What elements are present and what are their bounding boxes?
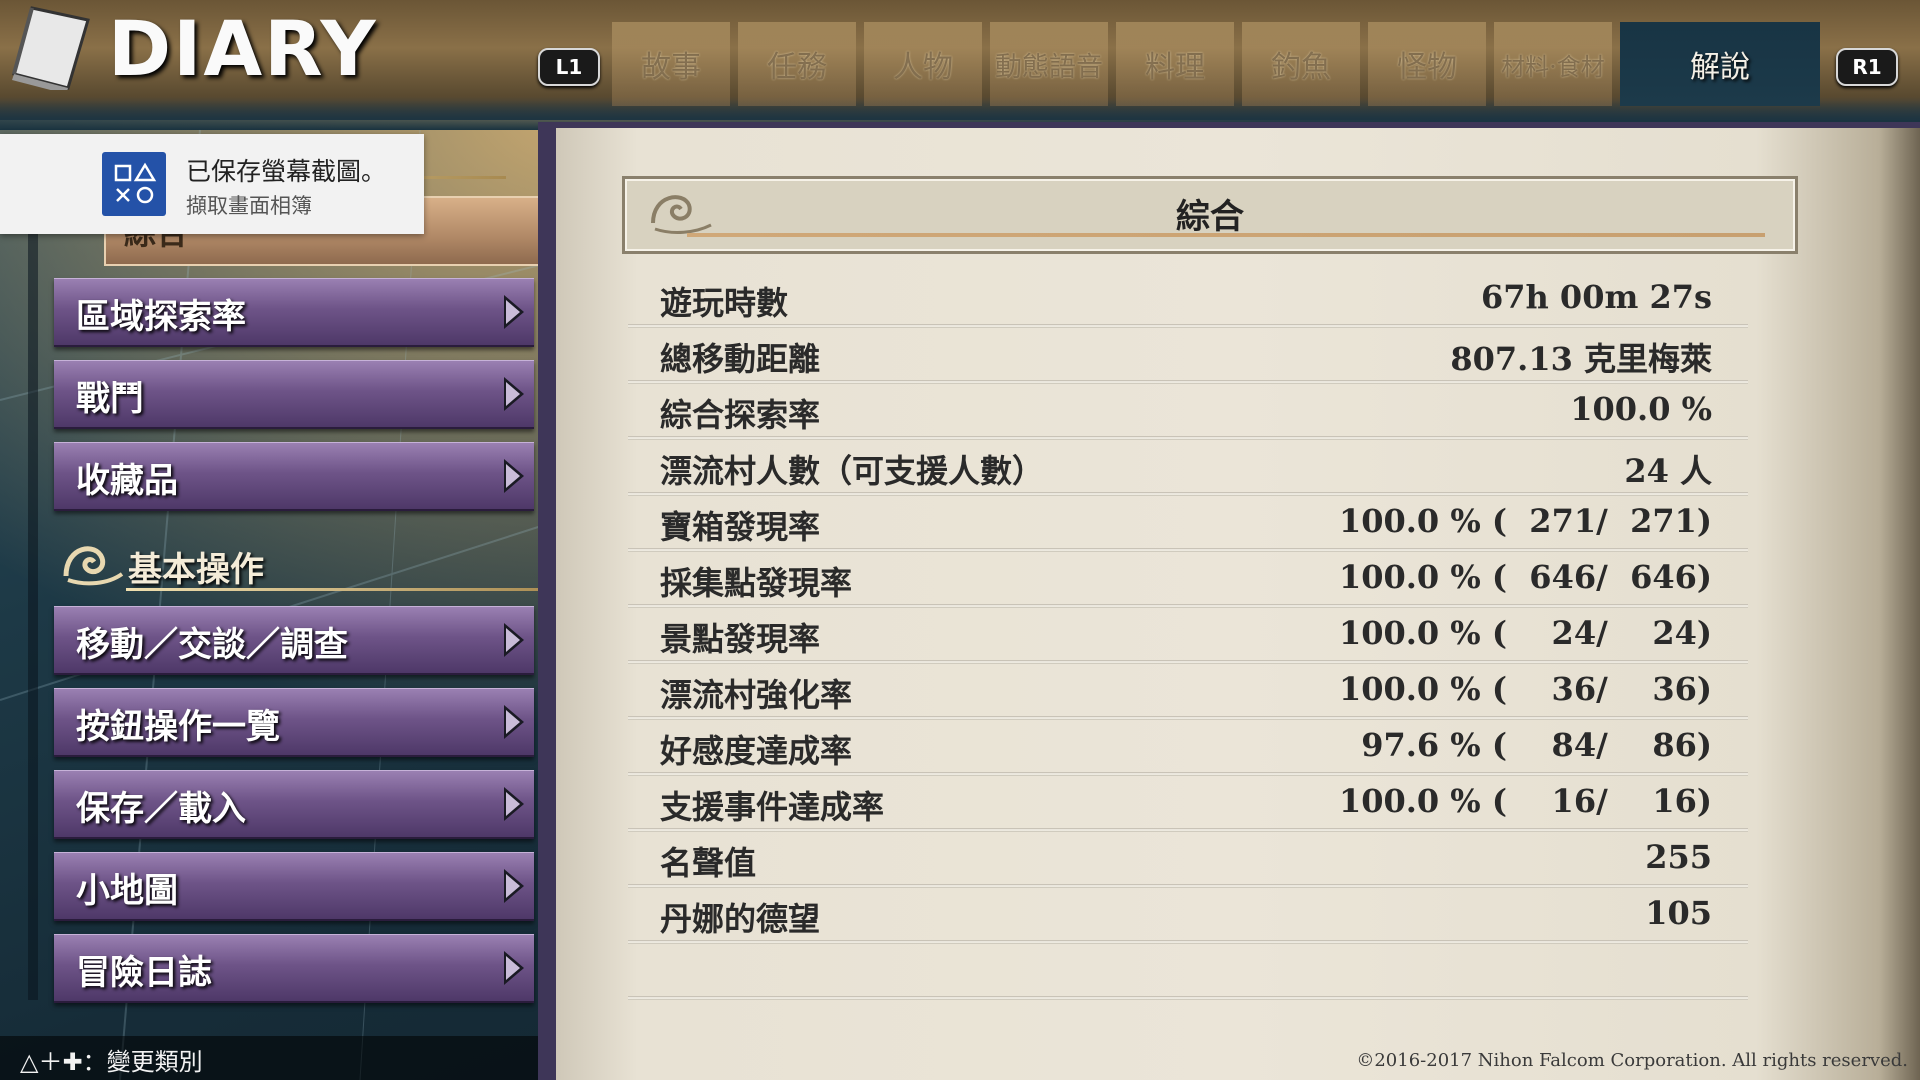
stat-row-empty xyxy=(628,944,1748,1000)
tab-materials[interactable]: 材料·食材 xyxy=(1494,22,1612,106)
stat-label: 漂流村強化率 xyxy=(660,676,853,714)
sidebar-item-label: 小地圖 xyxy=(76,871,178,911)
stat-row: 總移動距離 807.13 克里梅萊 xyxy=(628,328,1748,384)
stat-label: 名聲值 xyxy=(660,844,757,882)
sidebar-item-label: 移動／交談／調查 xyxy=(76,625,348,665)
control-hint: △＋✚：變更類別 xyxy=(20,1048,203,1076)
screenshot-notification: 已保存螢幕截圖。 擷取畫面相簿 xyxy=(0,134,424,234)
sidebar-item-label: 冒險日誌 xyxy=(76,953,212,993)
sidebar-item-label: 區域探索率 xyxy=(76,297,246,337)
sidebar-item-label: 按鈕操作一覽 xyxy=(76,707,280,747)
chevron-right-icon xyxy=(504,787,524,821)
tab-characters[interactable]: 人物 xyxy=(864,22,982,106)
sidebar-item-minimap[interactable]: 小地圖 xyxy=(54,852,534,921)
tab-monsters[interactable]: 怪物 xyxy=(1368,22,1486,106)
sidebar-item-battle[interactable]: 戰鬥 xyxy=(54,360,534,429)
section-underline xyxy=(126,588,566,591)
tab-voices[interactable]: 動態語音 xyxy=(990,22,1108,106)
tab-story[interactable]: 故事 xyxy=(612,22,730,106)
playstation-icon xyxy=(102,152,166,216)
stat-label: 景點發現率 xyxy=(660,620,821,658)
l1-button[interactable]: L1 xyxy=(538,48,600,86)
section-title: 基本操作 xyxy=(128,550,264,590)
chevron-right-icon xyxy=(504,295,524,329)
row-divider xyxy=(628,996,1748,1000)
notification-title: 已保存螢幕截圖。 xyxy=(186,157,387,186)
ornament-icon xyxy=(63,546,124,586)
panel-title-underline xyxy=(687,233,1765,237)
stat-value: 255 xyxy=(1645,838,1712,876)
stat-label: 採集點發現率 xyxy=(660,564,853,602)
stat-value: 100.0 % ( 16/ 16) xyxy=(1338,782,1712,820)
stat-row: 寶箱發現率 100.0 % ( 271/ 271) xyxy=(628,496,1748,552)
stat-row: 綜合探索率 100.0 % xyxy=(628,384,1748,440)
stat-value: 24 人 xyxy=(1624,452,1712,490)
tab-quests[interactable]: 任務 xyxy=(738,22,856,106)
stat-row: 好感度達成率 97.6 % ( 84/ 86) xyxy=(628,720,1748,776)
sidebar-item-area-exploration[interactable]: 區域探索率 xyxy=(54,278,534,347)
diary-book-icon xyxy=(10,6,90,94)
tab-cooking[interactable]: 料理 xyxy=(1116,22,1234,106)
sidebar-item-label: 收藏品 xyxy=(76,461,178,501)
stat-row: 支援事件達成率 100.0 % ( 16/ 16) xyxy=(628,776,1748,832)
panel-title: 綜合 xyxy=(1176,197,1244,237)
sidebar-item-label: 保存／載入 xyxy=(76,789,246,829)
app-title: DIARY xyxy=(108,4,378,93)
sidebar-item-button-controls[interactable]: 按鈕操作一覽 xyxy=(54,688,534,757)
stat-label: 丹娜的德望 xyxy=(660,900,821,938)
stat-label: 寶箱發現率 xyxy=(660,508,821,546)
stat-row: 名聲值 255 xyxy=(628,832,1748,888)
chevron-right-icon xyxy=(504,705,524,739)
chevron-right-icon xyxy=(504,623,524,657)
sidebar-item-collection[interactable]: 收藏品 xyxy=(54,442,534,511)
copyright-text: ©2016-2017 Nihon Falcom Corporation. All… xyxy=(1356,1050,1908,1071)
stat-value: 97.6 % ( 84/ 86) xyxy=(1361,726,1712,764)
stat-value: 100.0 % ( 271/ 271) xyxy=(1338,502,1712,540)
sidebar-rail xyxy=(28,230,38,1000)
stat-row: 漂流村人數（可支援人數） 24 人 xyxy=(628,440,1748,496)
tab-explanation[interactable]: 解說 xyxy=(1620,22,1820,106)
stat-value: 100.0 % ( 646/ 646) xyxy=(1338,558,1712,596)
chevron-right-icon xyxy=(504,377,524,411)
chevron-right-icon xyxy=(504,869,524,903)
r1-button[interactable]: R1 xyxy=(1836,48,1898,86)
panel-title-box: 綜合 xyxy=(622,176,1798,254)
sidebar-item-save-load[interactable]: 保存／載入 xyxy=(54,770,534,839)
stat-label: 支援事件達成率 xyxy=(660,788,885,826)
notification-subtitle: 擷取畫面相簿 xyxy=(186,194,312,218)
stat-label: 好感度達成率 xyxy=(660,732,853,770)
stat-row: 遊玩時數 67h 00m 27s xyxy=(628,272,1748,328)
chevron-right-icon xyxy=(504,951,524,985)
stat-row: 景點發現率 100.0 % ( 24/ 24) xyxy=(628,608,1748,664)
stat-value: 100.0 % ( 24/ 24) xyxy=(1338,614,1712,652)
tab-fishing[interactable]: 釣魚 xyxy=(1242,22,1360,106)
stat-value: 67h 00m 27s xyxy=(1480,278,1712,316)
stat-label: 遊玩時數 xyxy=(660,284,789,322)
control-hint-bar: △＋✚：變更類別 xyxy=(0,1036,540,1080)
sidebar-item-adventure-log[interactable]: 冒險日誌 xyxy=(54,934,534,1003)
stat-row: 採集點發現率 100.0 % ( 646/ 646) xyxy=(628,552,1748,608)
stat-label: 漂流村人數（可支援人數） xyxy=(660,452,1045,490)
stat-row: 漂流村強化率 100.0 % ( 36/ 36) xyxy=(628,664,1748,720)
stat-value: 100.0 % xyxy=(1570,390,1712,428)
sidebar-section-basic-controls: 基本操作 xyxy=(56,536,566,592)
stat-value: 105 xyxy=(1645,894,1712,932)
stat-row: 丹娜的德望 105 xyxy=(628,888,1748,944)
stat-label: 總移動距離 xyxy=(660,340,821,378)
stat-value: 807.13 克里梅萊 xyxy=(1450,340,1712,378)
sidebar-item-label: 戰鬥 xyxy=(76,379,144,419)
chevron-right-icon xyxy=(504,459,524,493)
sidebar-item-move-talk-investigate[interactable]: 移動／交談／調查 xyxy=(54,606,534,675)
stat-value: 100.0 % ( 36/ 36) xyxy=(1338,670,1712,708)
stat-label: 綜合探索率 xyxy=(660,396,821,434)
